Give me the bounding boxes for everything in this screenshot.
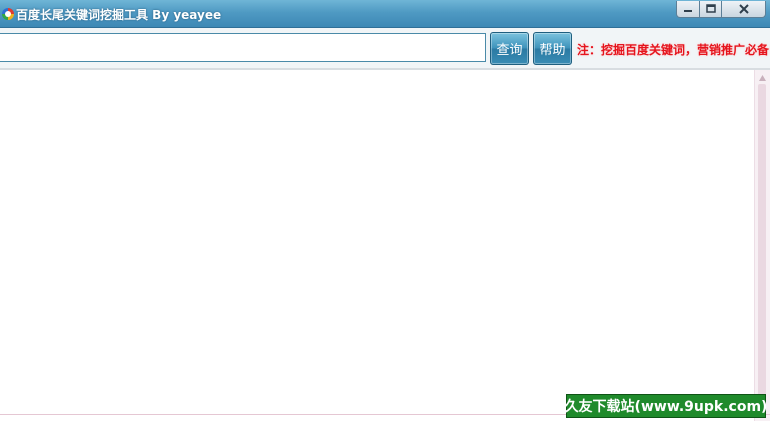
title-bar[interactable]: 百度长尾关键词挖掘工具 By yeayee [0,0,770,28]
scroll-up-arrow-icon[interactable] [758,74,767,82]
watermark-badge: 久友下载站(www.9upk.com) [564,394,768,418]
help-button[interactable]: 帮助 [533,32,572,65]
query-button[interactable]: 查询 [490,32,529,65]
toolbar: 查询 帮助 注：挖掘百度关键词，营销推广必备! [0,28,770,68]
minimize-button[interactable] [676,1,700,18]
minimize-icon [684,10,692,12]
watermark-text: 久友下载站(www.9upk.com) [564,399,768,415]
scroll-track[interactable] [758,84,766,414]
maximize-icon [705,4,716,13]
window-controls [676,1,766,19]
window-title: 百度长尾关键词挖掘工具 By yeayee [16,8,222,22]
results-textarea[interactable] [0,70,754,413]
results-panel [0,68,770,421]
app-window: 百度长尾关键词挖掘工具 By yeayee 查询 帮助 注：挖掘百度关键词，营销… [0,0,770,421]
close-icon [738,4,749,14]
close-button[interactable] [722,1,766,18]
notice-text: 注：挖掘百度关键词，营销推广必备! [577,43,770,57]
keyword-input[interactable] [0,33,486,62]
maximize-button[interactable] [700,1,722,18]
app-logo-icon [1,6,15,20]
vertical-scrollbar[interactable] [754,70,770,421]
